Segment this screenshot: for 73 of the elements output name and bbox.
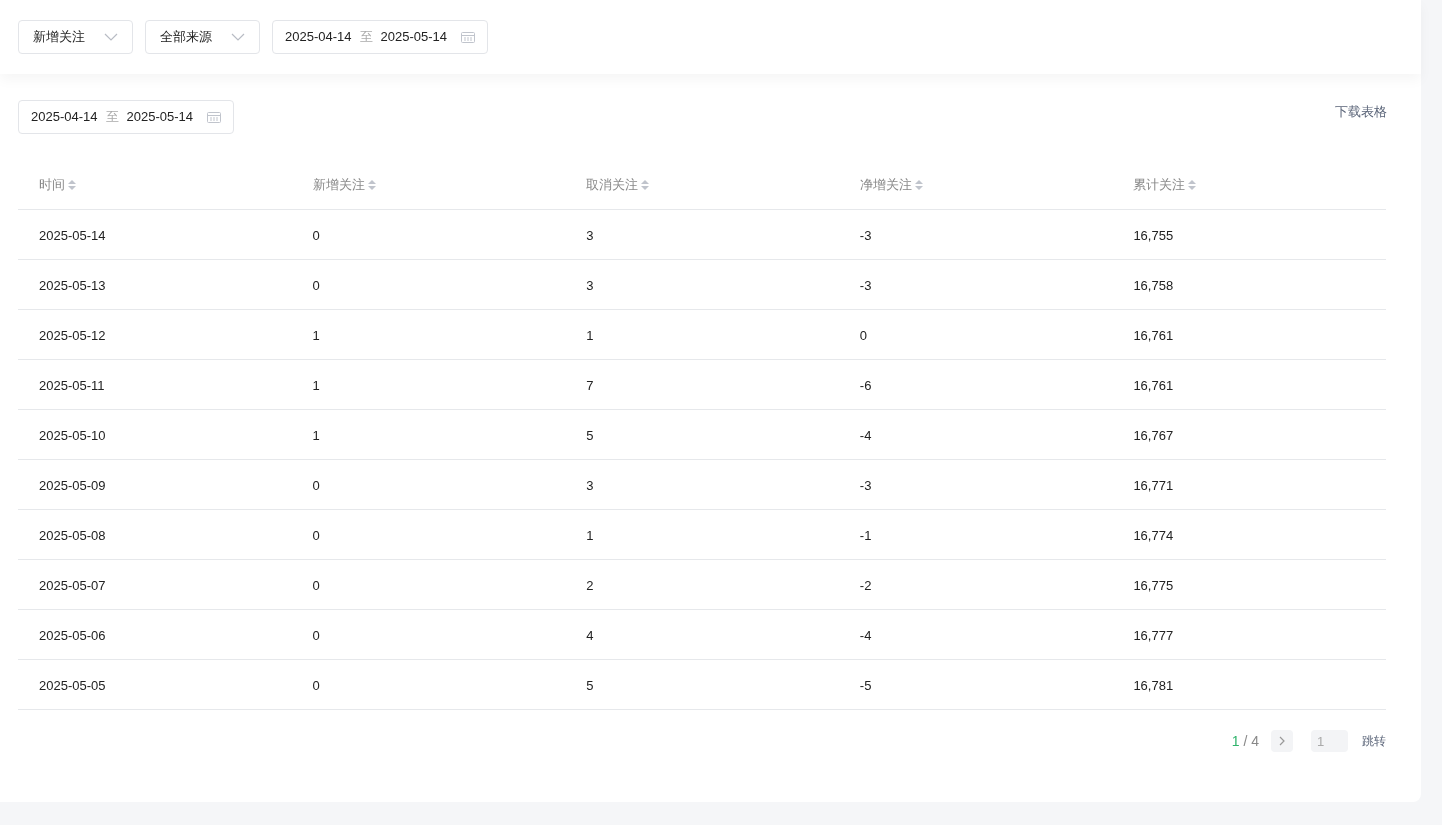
table-cell: 2025-05-14: [39, 227, 106, 243]
table-cell: 0: [312, 577, 320, 593]
table-cell: 1: [312, 377, 320, 393]
table-cell: 2: [586, 577, 594, 593]
sort-icon[interactable]: [641, 178, 650, 191]
table-cell: 2025-05-10: [39, 427, 106, 443]
sort-icon[interactable]: [68, 178, 76, 191]
table-cell: 16,761: [1133, 327, 1174, 343]
table-cell: -5: [859, 677, 872, 693]
table-cell: 16,758: [1133, 277, 1174, 293]
table-cell: 3: [586, 277, 594, 293]
calendar-icon: [207, 111, 221, 123]
table-cell: 16,771: [1133, 477, 1174, 493]
table-cell: -3: [859, 477, 872, 493]
table-cell: 2025-05-06: [39, 627, 106, 643]
dropdown[interactable]: 新增关注: [18, 20, 133, 54]
table-cell: 0: [312, 677, 320, 693]
date-range-picker[interactable]: 2025-04-14 至 2025-05-14: [272, 20, 488, 54]
table-cell: 16,755: [1133, 227, 1174, 243]
chevron-down-icon: [104, 33, 118, 41]
table-cell: 0: [312, 627, 320, 643]
column-header: 取消关注: [586, 175, 639, 194]
table-cell: 2025-05-09: [39, 477, 106, 493]
page-indicator: 1 / 4: [1231, 731, 1259, 751]
table-cell: 16,761: [1133, 377, 1174, 393]
table-cell: 16,781: [1133, 677, 1174, 693]
sort-icon[interactable]: [367, 178, 376, 191]
column-header: 累计关注: [1133, 175, 1186, 194]
table-cell: 3: [586, 477, 594, 493]
column-header: 净增关注: [859, 175, 912, 194]
table-cell: 3: [586, 227, 594, 243]
table-cell: -4: [859, 627, 872, 643]
table-cell: 1: [586, 327, 594, 343]
table-cell: -2: [859, 577, 872, 593]
table-cell: 0: [312, 277, 320, 293]
table-cell: 0: [859, 327, 868, 343]
table-cell: 2025-05-05: [39, 677, 106, 693]
chevron-down-icon: [231, 33, 245, 41]
table-cell: 16,775: [1133, 577, 1174, 593]
table-cell: 16,774: [1133, 527, 1174, 543]
download-link[interactable]: 下载表格: [1335, 102, 1387, 122]
table-cell: 4: [586, 627, 594, 643]
table-cell: 0: [312, 227, 320, 243]
table-cell: 0: [312, 527, 320, 543]
table-cell: 2025-05-07: [39, 577, 106, 593]
table-cell: 5: [586, 677, 594, 693]
table-cell: -3: [859, 277, 872, 293]
table-cell: 2025-05-12: [39, 327, 106, 343]
table-cell: 0: [312, 477, 320, 493]
table-cell: -6: [859, 377, 872, 393]
calendar-icon: [461, 31, 475, 43]
jump-button[interactable]: 跳转: [1362, 732, 1386, 750]
table-cell: 16,777: [1133, 627, 1174, 643]
table-cell: 5: [586, 427, 594, 443]
table-cell: 1: [312, 427, 320, 443]
table-cell: 2025-05-08: [39, 527, 106, 543]
date-range-picker[interactable]: 2025-04-14 至 2025-05-14: [18, 100, 234, 134]
table-cell: 2025-05-13: [39, 277, 106, 293]
dropdown[interactable]: 全部来源: [145, 20, 260, 54]
table-cell: -4: [859, 427, 872, 443]
table-cell: 16,767: [1133, 427, 1174, 443]
next-page-button[interactable]: [1271, 730, 1293, 752]
column-header: 时间: [39, 175, 65, 194]
column-header: 新增关注: [312, 175, 365, 194]
table-cell: 7: [586, 377, 594, 393]
table-cell: 2025-05-11: [39, 377, 105, 393]
chevron-right-icon: [1279, 736, 1285, 746]
table-cell: -1: [859, 527, 872, 543]
table-cell: 1: [312, 327, 320, 343]
sort-icon[interactable]: [1188, 178, 1197, 191]
sort-icon[interactable]: [914, 178, 923, 191]
table-cell: -3: [859, 227, 872, 243]
table-cell: 1: [586, 527, 594, 543]
